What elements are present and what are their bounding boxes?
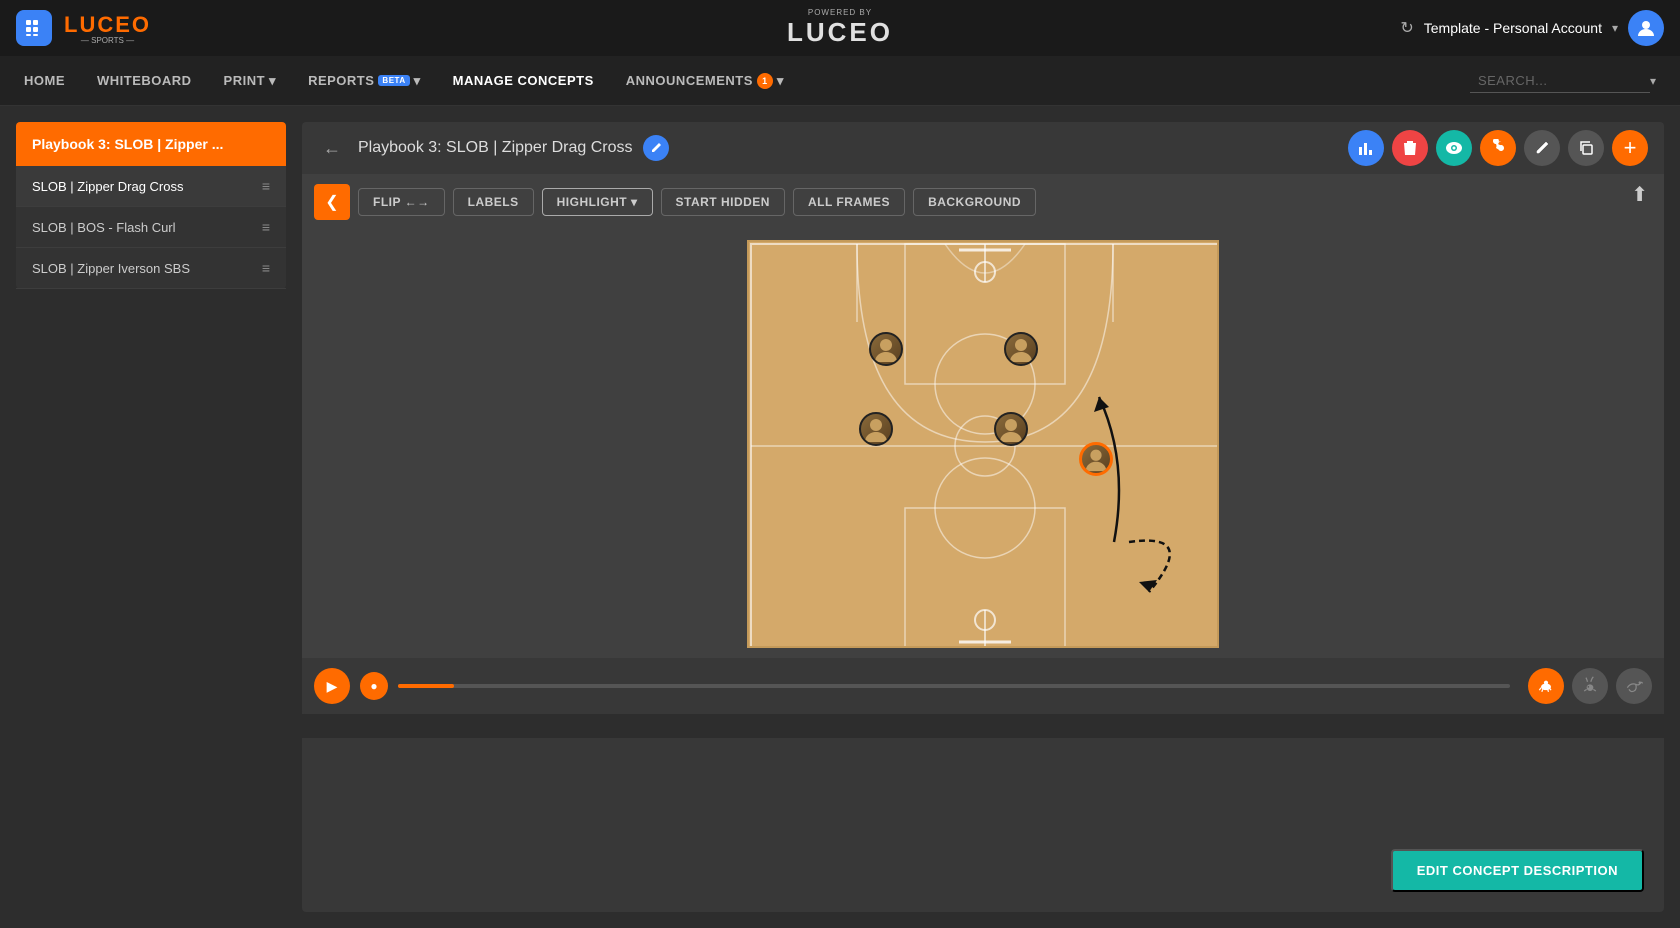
grid-icon[interactable] bbox=[16, 10, 52, 46]
template-label: Template - Personal Account bbox=[1424, 20, 1602, 36]
upload-icon[interactable]: ⬆ bbox=[1631, 182, 1648, 207]
add-button[interactable]: + bbox=[1612, 130, 1648, 166]
court-section: ⬆ ❮ FLIP ←→ LABELS HIGHLIGHT ▾ START HID… bbox=[302, 174, 1664, 714]
labels-button[interactable]: LABELS bbox=[453, 188, 534, 216]
nav-manage-concepts[interactable]: MANAGE CONCEPTS bbox=[453, 69, 594, 92]
background-button[interactable]: BACKGROUND bbox=[913, 188, 1036, 216]
share-button[interactable] bbox=[1480, 130, 1516, 166]
edit-button[interactable] bbox=[1524, 130, 1560, 166]
anim-controls: ▶ ● bbox=[302, 658, 1664, 714]
avatar-button[interactable] bbox=[1628, 10, 1664, 46]
court-container bbox=[302, 230, 1664, 658]
print-arrow: ▾ bbox=[269, 73, 276, 89]
player-2 bbox=[1004, 332, 1038, 366]
search-area: ▾ bbox=[1470, 69, 1656, 93]
nav-print[interactable]: PRINT ▾ bbox=[224, 69, 277, 93]
nav-bar: HOME WHITEBOARD PRINT ▾ REPORTS BETA ▾ M… bbox=[0, 56, 1680, 106]
left-panel: Playbook 3: SLOB | Zipper ... SLOB | Zip… bbox=[16, 122, 286, 912]
main-content: Playbook 3: SLOB | Zipper ... SLOB | Zip… bbox=[0, 106, 1680, 928]
bottom-actions: EDIT CONCEPT DESCRIPTION bbox=[302, 714, 1664, 738]
concept-menu-icon-2[interactable]: ≡ bbox=[262, 260, 270, 276]
highlight-chevron: ▾ bbox=[631, 195, 638, 209]
reports-beta-badge: BETA bbox=[378, 75, 409, 86]
top-bar: LUCEO — SPORTS — POWERED BY LUCEO ↻ Temp… bbox=[0, 0, 1680, 56]
medium-speed-button[interactable] bbox=[1572, 668, 1608, 704]
concept-item-1[interactable]: SLOB | BOS - Flash Curl ≡ bbox=[16, 207, 286, 248]
concept-item-0[interactable]: SLOB | Zipper Drag Cross ≡ bbox=[16, 166, 286, 207]
progress-fill bbox=[398, 684, 454, 688]
edit-concept-description-button[interactable]: EDIT CONCEPT DESCRIPTION bbox=[1391, 849, 1644, 892]
concept-menu-icon-0[interactable]: ≡ bbox=[262, 178, 270, 194]
nav-reports[interactable]: REPORTS BETA ▾ bbox=[308, 69, 421, 93]
speed-controls bbox=[1528, 668, 1652, 704]
stats-button[interactable] bbox=[1348, 130, 1384, 166]
search-input[interactable] bbox=[1470, 69, 1650, 93]
center-logo: POWERED BY LUCEO bbox=[787, 8, 893, 48]
player-3 bbox=[859, 412, 893, 446]
collapse-button[interactable]: ❮ bbox=[314, 184, 350, 220]
highlight-button[interactable]: HIGHLIGHT ▾ bbox=[542, 188, 653, 216]
play-button[interactable]: ▶ bbox=[314, 668, 350, 704]
right-panel: ← Playbook 3: SLOB | Zipper Drag Cross bbox=[302, 122, 1664, 912]
concept-menu-icon-1[interactable]: ≡ bbox=[262, 219, 270, 235]
view-button[interactable] bbox=[1436, 130, 1472, 166]
player-4 bbox=[994, 412, 1028, 446]
basketball-court bbox=[747, 240, 1219, 648]
nav-home[interactable]: HOME bbox=[24, 69, 65, 92]
step-button[interactable]: ● bbox=[360, 672, 388, 700]
start-hidden-button[interactable]: START HIDDEN bbox=[661, 188, 785, 216]
nav-announcements[interactable]: ANNOUNCEMENTS 1 ▾ bbox=[626, 69, 784, 93]
logo: LUCEO — SPORTS — bbox=[64, 12, 151, 45]
concept-item-2[interactable]: SLOB | Zipper Iverson SBS ≡ bbox=[16, 248, 286, 289]
announcements-badge: 1 bbox=[757, 73, 773, 89]
delete-button[interactable] bbox=[1392, 130, 1428, 166]
reports-arrow: ▾ bbox=[414, 73, 421, 89]
slow-speed-button[interactable] bbox=[1528, 668, 1564, 704]
search-chevron[interactable]: ▾ bbox=[1650, 74, 1656, 88]
top-right-area: ↻ Template - Personal Account ▾ bbox=[1400, 10, 1664, 46]
title-actions: + bbox=[1348, 130, 1648, 166]
announcements-arrow: ▾ bbox=[777, 73, 784, 89]
anim-toolbar: ❮ FLIP ←→ LABELS HIGHLIGHT ▾ START HIDDE… bbox=[302, 174, 1664, 230]
nav-whiteboard[interactable]: WHITEBOARD bbox=[97, 69, 192, 92]
fast-speed-button[interactable] bbox=[1616, 668, 1652, 704]
player-5-with-ball bbox=[1079, 442, 1113, 476]
flip-button[interactable]: FLIP ←→ bbox=[358, 188, 445, 216]
template-dropdown-chevron[interactable]: ▾ bbox=[1612, 21, 1618, 35]
concept-list: SLOB | Zipper Drag Cross ≡ SLOB | BOS - … bbox=[16, 166, 286, 289]
back-button[interactable]: ← bbox=[318, 134, 346, 162]
player-1 bbox=[869, 332, 903, 366]
title-bar: ← Playbook 3: SLOB | Zipper Drag Cross bbox=[302, 122, 1664, 174]
playbook-header: Playbook 3: SLOB | Zipper ... bbox=[16, 122, 286, 166]
progress-bar[interactable] bbox=[398, 684, 1510, 688]
edit-title-button[interactable] bbox=[643, 135, 669, 161]
playbook-title: Playbook 3: SLOB | Zipper Drag Cross bbox=[358, 139, 633, 157]
refresh-icon[interactable]: ↻ bbox=[1400, 18, 1413, 38]
copy-button[interactable] bbox=[1568, 130, 1604, 166]
all-frames-button[interactable]: ALL FRAMES bbox=[793, 188, 905, 216]
court-lines bbox=[749, 242, 1219, 648]
